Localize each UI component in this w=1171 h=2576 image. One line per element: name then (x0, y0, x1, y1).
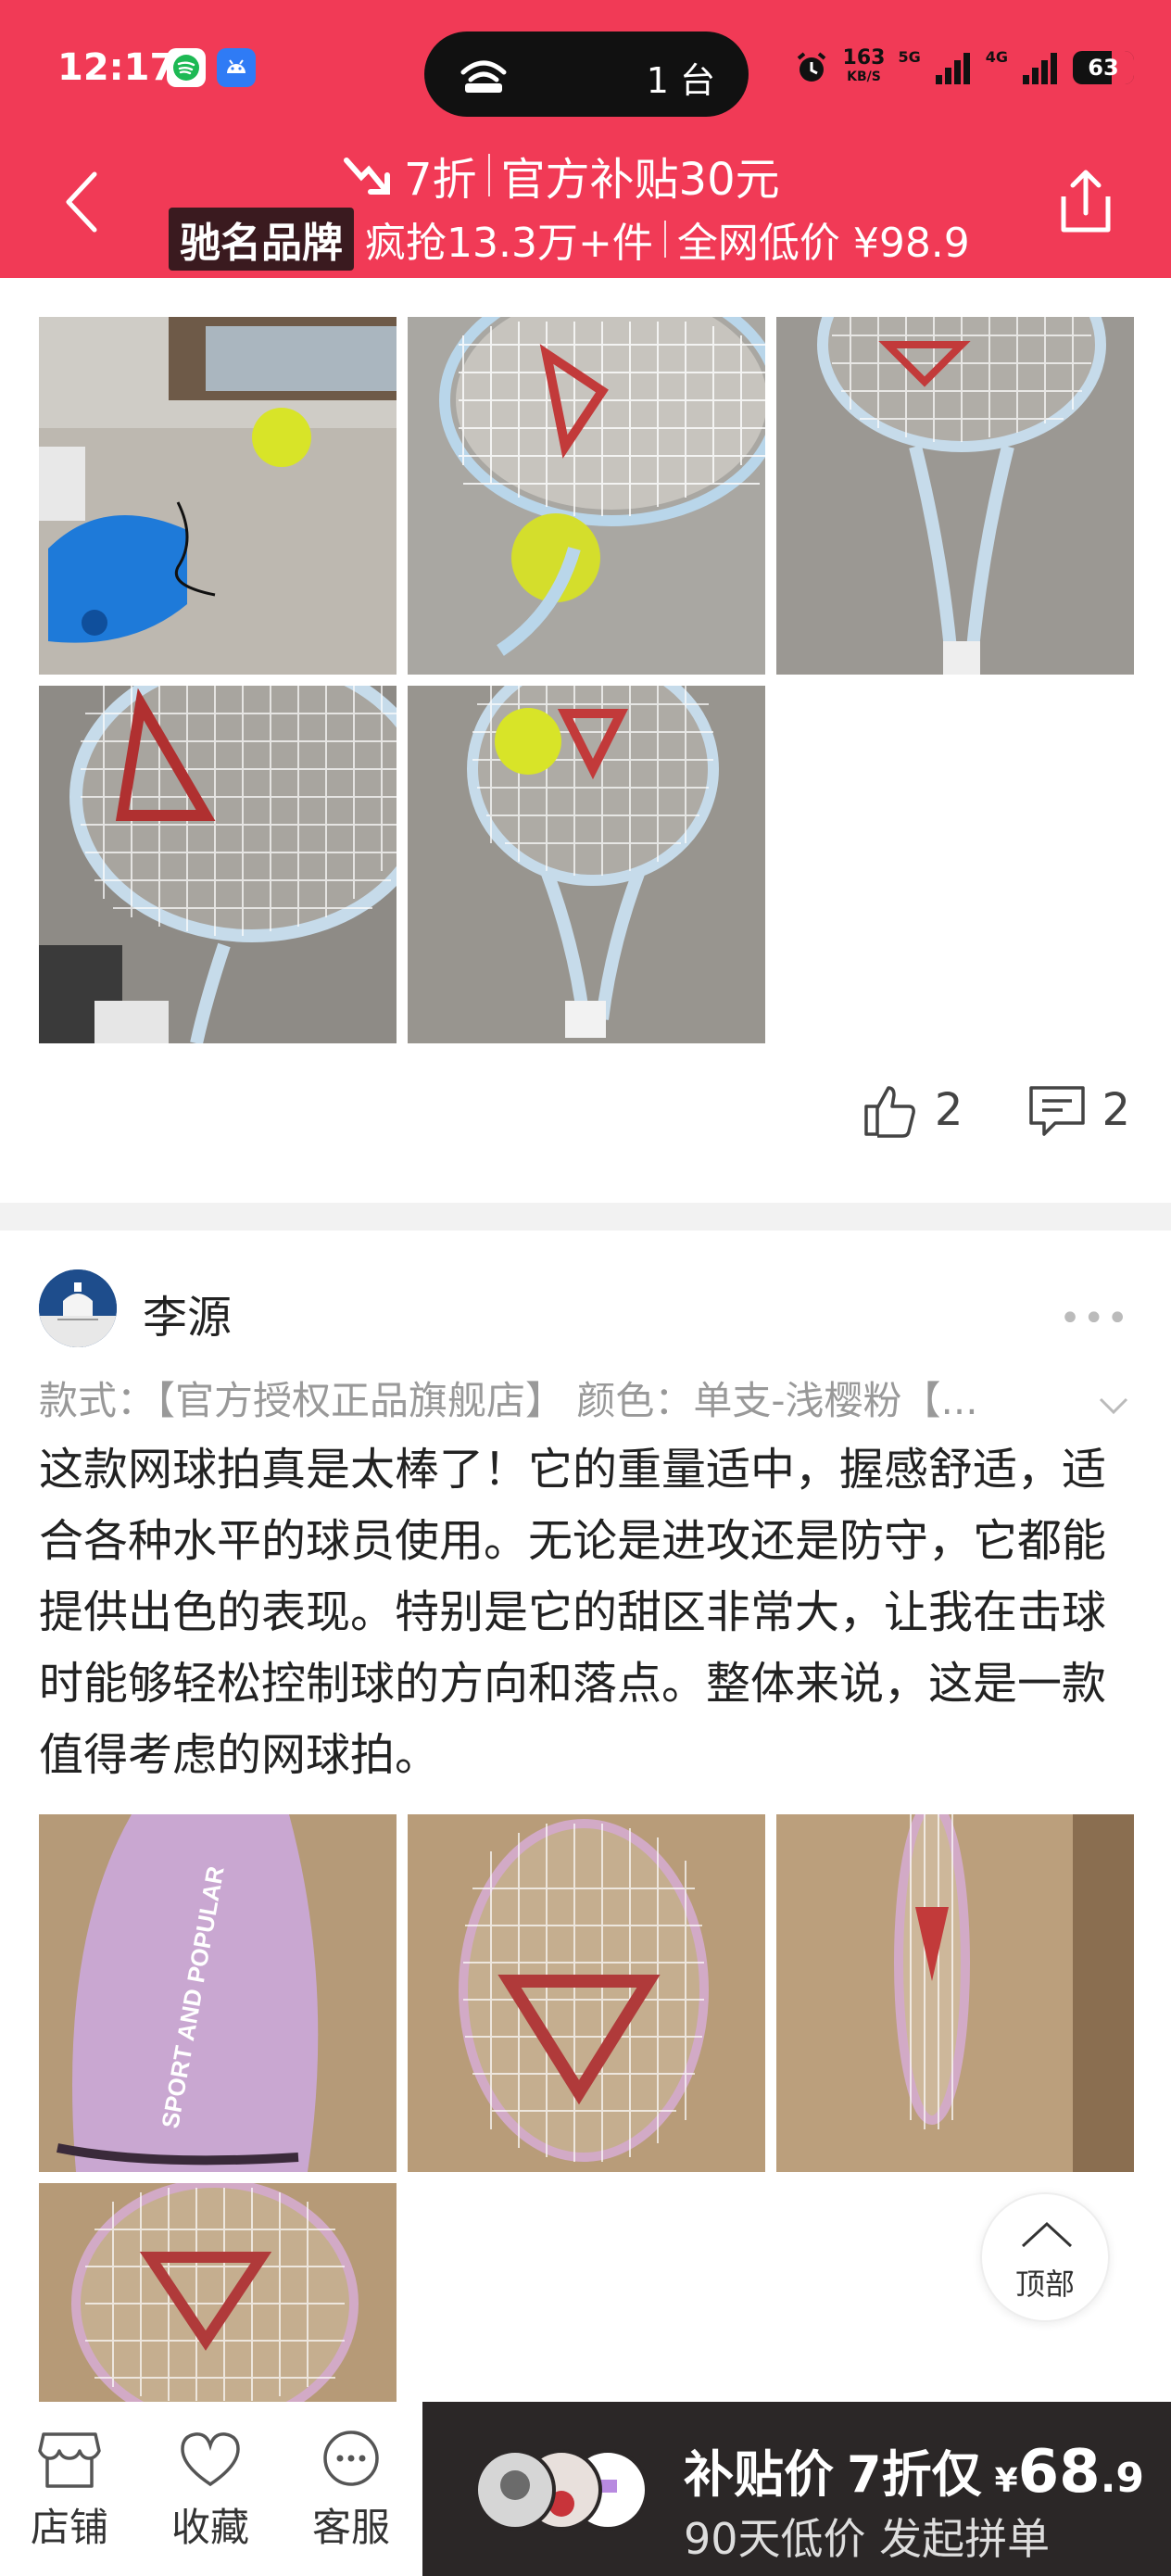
status-icons: 163 KB/S 5G 4G 63 (793, 44, 1134, 91)
favorite-button[interactable]: 收藏 (150, 2424, 271, 2553)
comment-count: 2 (1102, 1084, 1130, 1136)
subsidy-price-line: 补贴价 7折仅 ¥68.9 (684, 2433, 1144, 2507)
signal-4g-icon (1023, 53, 1057, 84)
comment-icon (1029, 1086, 1086, 1136)
shop-button[interactable]: 店铺 (9, 2424, 130, 2553)
subsidy-label: 补贴价 (684, 2445, 834, 2504)
reviewer-name[interactable]: 李源 (143, 1281, 232, 1345)
heart-icon (181, 2432, 240, 2487)
review-photo[interactable] (408, 1814, 765, 2172)
net-4g-label: 4G (985, 48, 1008, 66)
hotspot-icon (460, 60, 507, 93)
chat-bubble-icon (323, 2431, 379, 2486)
shop-label: 店铺 (30, 2505, 108, 2550)
trend-down-icon (344, 158, 390, 195)
review-photo[interactable] (408, 686, 765, 1043)
status-time: 12:17 (57, 46, 176, 89)
section-divider (0, 1203, 1171, 1231)
spotify-icon (167, 48, 206, 87)
battery-indicator: 63 (1073, 51, 1134, 84)
thumbs-up-icon (864, 1086, 915, 1138)
back-to-top-button[interactable]: 顶部 (980, 2192, 1110, 2322)
signal-5g-icon (935, 53, 970, 84)
promo-line-1: 7折 官方补贴30元 (341, 143, 780, 208)
status-bar: 12:17 1 台 163 KB/S 5G 4G 63 (0, 0, 1171, 139)
separator (663, 221, 666, 258)
like-button[interactable]: 2 (863, 1082, 963, 1138)
favorite-label: 收藏 (170, 2505, 249, 2550)
chevron-down-icon (1099, 1397, 1128, 1415)
review-photo[interactable] (39, 2183, 397, 2402)
store-icon (38, 2432, 101, 2488)
service-label: 客服 (311, 2505, 390, 2550)
dynamic-island[interactable]: 1 台 (424, 32, 749, 117)
review-text: 这款网球拍真是太棒了！它的重量适中，握感舒适，适合各种水平的球员使用。无论是进攻… (39, 1444, 1107, 1781)
chevron-up-icon (1021, 2221, 1073, 2248)
review1-actions: 2 2 (863, 1082, 1130, 1138)
alarm-icon (797, 52, 825, 82)
discount-text: 7折 (404, 154, 477, 206)
discount-label: 7折仅 (847, 2445, 982, 2504)
device-count: 1 台 (646, 60, 715, 101)
review-photo[interactable] (39, 686, 397, 1043)
back-arrow-icon[interactable] (54, 165, 109, 239)
back-to-top-label: 顶部 (1014, 2267, 1075, 2302)
group-buy-label: 90天低价 发起拼单 (684, 2514, 1051, 2564)
buyer-avatars (474, 2449, 648, 2531)
net-speed: 163 KB/S (842, 46, 886, 85)
review-photo[interactable] (408, 317, 765, 675)
sold-count: 疯抢13.3万+件 (365, 220, 653, 267)
comment-button[interactable]: 2 (1027, 1082, 1130, 1138)
review-photo[interactable] (776, 1814, 1134, 2172)
top-header: 12:17 1 台 163 KB/S 5G 4G 63 7折 官方补贴30元 驰… (0, 0, 1171, 278)
separator (487, 154, 490, 196)
promo-line-2: 驰名品牌 疯抢13.3万+件 全网低价 ¥98.9 (169, 208, 970, 271)
more-options-icon[interactable]: ••• (1059, 1297, 1130, 1340)
product-spec[interactable]: 款式：【官方授权正品旗舰店】 颜色：单支-浅樱粉【... (39, 1370, 1128, 1426)
brand-tag: 驰名品牌 (169, 208, 354, 271)
avatar[interactable] (39, 1269, 117, 1347)
net-5g-label: 5G (898, 48, 921, 66)
review-photo[interactable] (39, 317, 397, 675)
like-count: 2 (934, 1084, 963, 1136)
android-icon (217, 48, 256, 87)
lowest-price: 全网低价 ¥98.9 (676, 220, 970, 267)
final-price: ¥68.9 (994, 2438, 1145, 2507)
review-photo[interactable] (776, 317, 1134, 675)
review-photo[interactable]: SPORT AND POPULAR (39, 1814, 397, 2172)
share-icon[interactable] (1052, 165, 1119, 239)
subsidy-text: 官方补贴30元 (500, 154, 780, 206)
service-button[interactable]: 客服 (291, 2424, 411, 2553)
group-buy-button[interactable]: 补贴价 7折仅 ¥68.9 90天低价 发起拼单 (422, 2402, 1171, 2576)
